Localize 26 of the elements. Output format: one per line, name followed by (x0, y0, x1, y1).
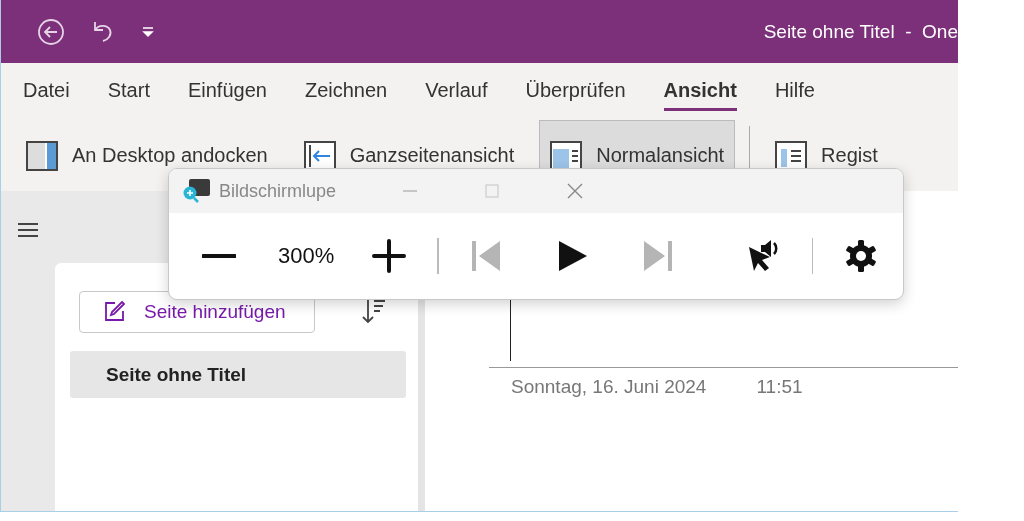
window-title: Seite ohne Titel - One (763, 20, 958, 43)
dock-panel-icon (26, 140, 58, 171)
ribbon-tab[interactable]: Zeichnen (304, 72, 388, 111)
page-time: 11:51 (756, 376, 803, 398)
pencil-square-icon (102, 300, 126, 324)
text-cursor (510, 299, 511, 361)
ribbon-tab[interactable]: Hilfe (774, 72, 815, 111)
ribbon-tab[interactable]: Ansicht (663, 72, 737, 111)
ribbon-tab[interactable]: Einfügen (187, 72, 267, 111)
back-icon[interactable] (37, 17, 65, 46)
window-title: Bildschirmlupe (219, 180, 337, 202)
dropdown-icon[interactable] (141, 24, 155, 39)
ribbon-tab[interactable]: Überprüfen (525, 72, 626, 111)
read-from-pointer-icon[interactable] (746, 239, 781, 273)
magnifier-icon (181, 178, 211, 204)
ribbon-tab[interactable]: Datei (23, 72, 70, 111)
close-icon[interactable] (566, 182, 585, 200)
zoom-in-icon[interactable] (372, 239, 407, 273)
page-date: Sonntag, 16. Juni 2024 (511, 376, 707, 398)
ribbon-tab[interactable]: Verlauf (425, 72, 488, 111)
page-item[interactable]: Seite ohne Titel (70, 351, 406, 398)
menu-icon[interactable] (17, 221, 39, 239)
ribbon-tab[interactable]: Start (107, 72, 150, 111)
zoom-out-icon[interactable] (202, 253, 236, 259)
sort-icon[interactable] (360, 298, 387, 326)
zoom-level: 300% (278, 243, 335, 269)
